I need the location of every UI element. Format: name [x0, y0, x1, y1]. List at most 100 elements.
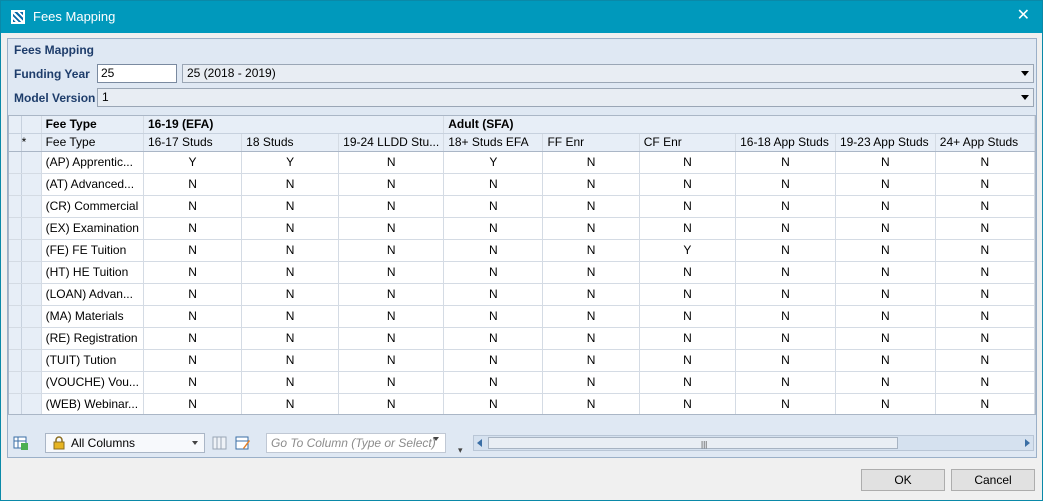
mapping-cell[interactable]: N [143, 195, 243, 218]
mapping-cell[interactable]: N [639, 151, 737, 174]
fee-type-cell[interactable]: (EX) Examination [41, 217, 144, 240]
mapping-cell[interactable]: N [935, 283, 1035, 306]
mapping-cell[interactable]: N [935, 195, 1035, 218]
mapping-cell[interactable]: N [835, 327, 936, 350]
mapping-cell[interactable]: N [338, 173, 445, 196]
mapping-cell[interactable]: N [835, 371, 936, 394]
mapping-cell[interactable]: N [835, 261, 936, 284]
row-indicator[interactable] [9, 239, 22, 262]
mapping-cell[interactable]: N [639, 327, 737, 350]
row-selector[interactable] [21, 283, 42, 306]
row-indicator[interactable] [9, 371, 22, 394]
mapping-cell[interactable]: N [241, 239, 340, 262]
mapping-cell[interactable]: N [639, 371, 737, 394]
column-header[interactable]: 24+ App Studs [935, 133, 1035, 152]
mapping-cell[interactable]: N [241, 371, 340, 394]
ok-button[interactable]: OK [861, 469, 945, 491]
mapping-cell[interactable]: N [735, 217, 836, 240]
mapping-cell[interactable]: N [443, 393, 544, 414]
mapping-cell[interactable]: N [338, 393, 445, 414]
table-row[interactable]: (LOAN) Advan... N N N N N N N N N [9, 283, 1035, 306]
row-selector[interactable] [21, 151, 42, 174]
fee-type-cell[interactable]: (AT) Advanced... [41, 173, 144, 196]
row-selector[interactable] [21, 239, 42, 262]
mapping-cell[interactable]: N [338, 371, 445, 394]
mapping-cell[interactable]: N [542, 195, 640, 218]
mapping-cell[interactable]: N [443, 195, 544, 218]
table-row[interactable]: (HT) HE Tuition N N N N N N N N N [9, 261, 1035, 284]
row-selector[interactable] [21, 305, 42, 328]
columns-filter-select[interactable]: All Columns [45, 433, 205, 453]
mapping-cell[interactable]: N [639, 283, 737, 306]
mapping-cell[interactable]: N [241, 217, 340, 240]
fee-type-cell[interactable]: (LOAN) Advan... [41, 283, 144, 306]
mapping-cell[interactable]: N [935, 217, 1035, 240]
mapping-cell[interactable]: N [338, 327, 445, 350]
mapping-cell[interactable]: N [935, 151, 1035, 174]
mapping-cell[interactable]: N [443, 371, 544, 394]
table-row[interactable]: (EX) Examination N N N N N N N N N [9, 217, 1035, 240]
mapping-cell[interactable]: N [443, 173, 544, 196]
row-indicator[interactable] [9, 217, 22, 240]
mapping-cell[interactable]: N [935, 371, 1035, 394]
fee-type-cell[interactable]: (FE) FE Tuition [41, 239, 144, 262]
mapping-cell[interactable]: N [735, 305, 836, 328]
mapping-cell[interactable]: N [338, 239, 445, 262]
mapping-cell[interactable]: N [443, 239, 544, 262]
mapping-cell[interactable]: N [443, 283, 544, 306]
table-row[interactable]: (MA) Materials N N N N N N N N N [9, 305, 1035, 328]
table-row[interactable]: (CR) Commercial N N N N N N N N N [9, 195, 1035, 218]
table-row[interactable]: (TUIT) Tution N N N N N N N N N [9, 349, 1035, 372]
column-header[interactable]: 19-23 App Studs [835, 133, 936, 152]
mapping-cell[interactable]: N [735, 195, 836, 218]
mapping-cell[interactable]: N [639, 195, 737, 218]
mapping-cell[interactable]: N [542, 305, 640, 328]
mapping-cell[interactable]: N [338, 195, 445, 218]
mapping-cell[interactable]: N [639, 393, 737, 414]
mapping-cell[interactable]: N [835, 239, 936, 262]
mapping-cell[interactable]: N [338, 151, 445, 174]
fee-type-cell[interactable]: (WEB) Webinar... [41, 393, 144, 414]
mapping-cell[interactable]: N [935, 393, 1035, 414]
row-selector[interactable] [21, 393, 42, 414]
row-indicator[interactable] [9, 349, 22, 372]
table-row[interactable]: (AP) Apprentic... Y Y N Y N N N N N [9, 151, 1035, 174]
column-header[interactable]: CF Enr [639, 133, 737, 152]
horizontal-scrollbar[interactable]: ||| [473, 435, 1034, 451]
fees-grid[interactable]: Fee Type 16-19 (EFA) Adult (SFA) * Fee T… [8, 115, 1036, 415]
mapping-cell[interactable]: N [542, 151, 640, 174]
scroll-right-icon[interactable] [1025, 439, 1030, 447]
row-selector[interactable] [21, 217, 42, 240]
mapping-cell[interactable]: N [443, 327, 544, 350]
table-row[interactable]: (FE) FE Tuition N N N N N Y N N N [9, 239, 1035, 262]
column-header[interactable]: 16-17 Studs [143, 133, 243, 152]
mapping-cell[interactable]: N [835, 151, 936, 174]
cancel-button[interactable]: Cancel [951, 469, 1035, 491]
column-header[interactable]: 16-18 App Studs [735, 133, 836, 152]
mapping-cell[interactable]: Y [241, 151, 340, 174]
mapping-cell[interactable]: N [338, 261, 445, 284]
mapping-cell[interactable]: N [143, 173, 243, 196]
mapping-cell[interactable]: N [241, 283, 340, 306]
mapping-cell[interactable]: N [542, 327, 640, 350]
mapping-cell[interactable]: N [143, 305, 243, 328]
table-row[interactable]: (AT) Advanced... N N N N N N N N N [9, 173, 1035, 196]
mapping-cell[interactable]: N [143, 371, 243, 394]
mapping-cell[interactable]: N [143, 349, 243, 372]
mapping-cell[interactable]: N [143, 393, 243, 414]
mapping-cell[interactable]: N [542, 217, 640, 240]
row-indicator[interactable] [9, 327, 22, 350]
mapping-cell[interactable]: N [639, 173, 737, 196]
export-grid-icon[interactable] [13, 435, 29, 451]
mapping-cell[interactable]: N [735, 261, 836, 284]
fee-type-cell[interactable]: (HT) HE Tuition [41, 261, 144, 284]
mapping-cell[interactable]: N [542, 283, 640, 306]
funding-year-select[interactable]: 25 (2018 - 2019) [182, 64, 1034, 83]
mapping-cell[interactable]: N [143, 327, 243, 350]
column-header[interactable]: Fee Type [41, 133, 144, 152]
table-row[interactable]: (RE) Registration N N N N N N N N N [9, 327, 1035, 350]
mapping-cell[interactable]: N [735, 239, 836, 262]
table-row[interactable]: (VOUCHE) Vou... N N N N N N N N N [9, 371, 1035, 394]
goto-column-input[interactable]: Go To Column (Type or Select) [266, 433, 446, 453]
mapping-cell[interactable]: Y [443, 151, 544, 174]
